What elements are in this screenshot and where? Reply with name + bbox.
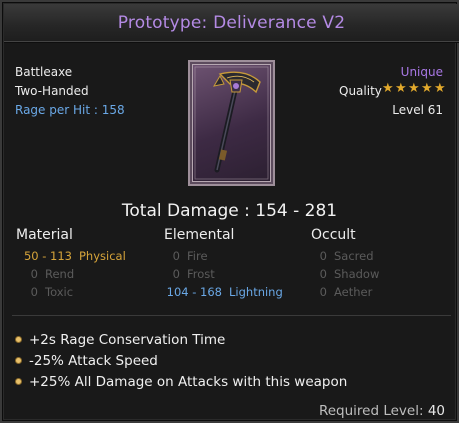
modifier-rage-conservation: +2s Rage Conservation Time (29, 332, 226, 348)
bullet-icon (16, 337, 21, 342)
material-header: Material (16, 227, 73, 243)
item-type: Battleaxe (15, 65, 73, 79)
divider (12, 315, 451, 316)
damage-aether: 0 Aether (319, 285, 373, 299)
star-icon: ★ (408, 81, 420, 96)
battleaxe-icon (194, 66, 269, 180)
star-icon: ★ (382, 81, 394, 96)
required-level: Required Level: 40 (319, 403, 445, 419)
damage-rend: 0 Rend (30, 267, 75, 281)
title-bar: Prototype: Deliverance V2 (4, 4, 459, 43)
damage-sacred: 0 Sacred (319, 249, 374, 263)
bullet-icon (16, 379, 21, 384)
modifier-attack-speed: -25% Attack Speed (29, 353, 158, 369)
required-level-value: 40 (427, 403, 445, 419)
item-handedness: Two-Handed (15, 84, 89, 98)
item-image (188, 60, 275, 186)
damage-frost: 0 Frost (172, 267, 215, 281)
occult-header: Occult (311, 227, 356, 243)
item-rarity: Unique (400, 65, 443, 79)
rage-per-hit: Rage per Hit : 158 (15, 103, 125, 117)
damage-physical: 50 - 113 Physical (23, 249, 126, 263)
damage-toxic: 0 Toxic (30, 285, 74, 299)
star-icon: ★ (434, 81, 446, 96)
damage-shadow: 0 Shadow (319, 267, 380, 281)
star-icon: ★ (395, 81, 407, 96)
star-icon: ★ (421, 81, 433, 96)
elemental-header: Elemental (164, 227, 235, 243)
bullet-icon (16, 358, 21, 363)
damage-lightning: 104 - 168 Lightning (166, 285, 283, 299)
quality-label: Quality (339, 84, 382, 98)
required-level-label: Required Level: (318, 403, 424, 419)
item-name: Prototype: Deliverance V2 (117, 13, 346, 33)
item-tooltip: Prototype: Deliverance V2 Battleaxe Two-… (0, 0, 459, 423)
item-level: Level 61 (392, 103, 443, 117)
total-damage: Total Damage : 154 - 281 (121, 201, 338, 221)
modifier-all-damage: +25% All Damage on Attacks with this wea… (29, 374, 348, 390)
damage-fire: 0 Fire (172, 249, 208, 263)
